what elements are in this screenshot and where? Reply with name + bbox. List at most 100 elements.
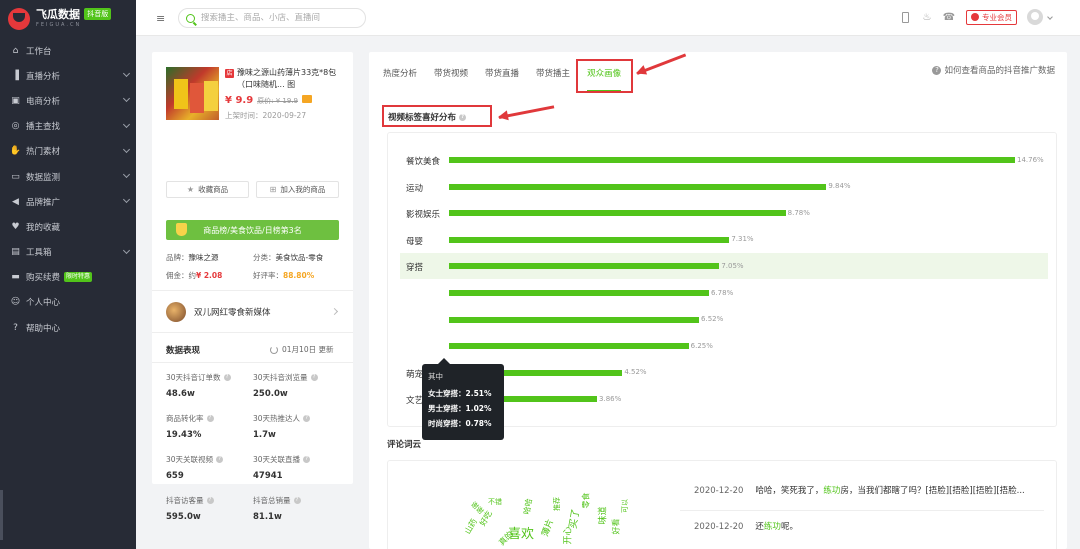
stat-item: 抖音总销量? 81.1w	[253, 495, 337, 522]
shop-row[interactable]: 双儿网红零食新媒体	[166, 301, 339, 323]
logo[interactable]: 飞瓜数据 FEIGUA.CN 抖音版	[8, 7, 112, 31]
chart-value-label: 4.52%	[624, 368, 647, 377]
headset-icon[interactable]: ☎	[940, 8, 958, 26]
wordcloud-word[interactable]: 可以	[620, 499, 630, 513]
info-icon[interactable]: ?	[303, 415, 311, 422]
info-icon[interactable]: ?	[216, 456, 224, 463]
chart-bar[interactable]	[449, 263, 720, 270]
product-price: ¥ 9.9	[225, 95, 254, 106]
sidebar-item[interactable]: ✋ 热门素材	[0, 139, 136, 164]
sidebar-item[interactable]: ◎ 播主查找	[0, 114, 136, 139]
promo-badge: 限时特惠	[64, 272, 93, 283]
wordcloud-word[interactable]: 味道	[596, 506, 609, 524]
sidebar-item[interactable]: ♥ 我的收藏	[0, 214, 136, 239]
logo-domain: FEIGUA.CN	[36, 22, 82, 28]
search-input[interactable]	[201, 13, 361, 23]
chart-value-label: 8.78%	[787, 208, 810, 217]
chart-value-label: 6.78%	[710, 288, 734, 297]
chart-bar[interactable]	[449, 157, 1015, 163]
wordcloud-word[interactable]: 哈哈	[521, 498, 535, 516]
stat-item: 30天关联直播? 47941	[253, 454, 337, 481]
help-link[interactable]: ? 如何查看商品的抖音推广数据	[932, 64, 1055, 76]
chart-value-label: 6.25%	[690, 341, 713, 350]
sidebar-nav: ⌂ 工作台 ▐ 直播分析 ▣ 电商分析 ◎ 播主查找 ✋ 热门素材 ▭ 数据监测 ◀ 品牌推广 ♥ 我的收藏 ▤…	[0, 38, 136, 340]
main-panel: 热度分析 带货视频 带货直播 带货播主 观众画像 ? 如何查看商品的抖音推广数据 视频标…	[369, 52, 1067, 549]
chevron-down-icon[interactable]	[1047, 14, 1053, 20]
tab-2[interactable]: 带货直播	[485, 63, 519, 93]
info-icon[interactable]: ?	[223, 374, 231, 381]
edition-badge[interactable]: 抖音版	[84, 8, 112, 20]
chart-bar[interactable]	[449, 316, 700, 323]
mobile-icon[interactable]	[896, 8, 914, 26]
wordcloud-word[interactable]: 推荐	[552, 497, 562, 511]
stat-label: 抖音访客量	[166, 496, 204, 505]
chart-category-label: 影视娱乐	[406, 210, 441, 221]
search-box[interactable]	[178, 8, 366, 28]
section-title: 视频标签喜好分布 ?	[388, 111, 467, 123]
card-icon: ▬	[11, 272, 20, 283]
tooltip-row: 男士穿搭：1.02%	[428, 404, 492, 413]
tooltip-title: 其中	[428, 372, 443, 381]
sidebar-item[interactable]: ? 帮助中心	[0, 315, 136, 340]
chevron-down-icon	[122, 170, 131, 178]
chevron-down-icon	[122, 70, 131, 78]
add-my-product-button[interactable]: ⊞ 加入我的商品	[256, 181, 339, 198]
chart-value-label: 3.86%	[599, 394, 622, 403]
sidebar-item[interactable]: ▬ 购买续费 限时特惠	[0, 265, 136, 290]
chart-bar[interactable]	[449, 343, 689, 350]
user-icon: ☺	[10, 297, 21, 308]
product-thumbnail[interactable]	[166, 67, 219, 120]
bag-icon: ▣	[11, 95, 20, 106]
chart-bar[interactable]	[449, 290, 709, 296]
wordcloud-word[interactable]: 零食	[581, 493, 592, 509]
rank-banner[interactable]: 商品榜/美食饮品/日榜第3名	[166, 220, 339, 240]
avatar[interactable]	[1027, 9, 1043, 25]
sidebar-item[interactable]: ▣ 电商分析	[0, 88, 136, 113]
product-title[interactable]: 豫味之源山药薄片33克*8包（口味随机... 图	[237, 67, 345, 91]
wordcloud-word[interactable]: 薄片	[538, 517, 557, 538]
chevron-down-icon	[122, 120, 131, 128]
info-icon[interactable]: ?	[293, 497, 301, 504]
chart-category-label: 穿搭	[406, 263, 424, 274]
info-icon[interactable]: ?	[310, 374, 318, 381]
sidebar-item-label: 品牌推广	[26, 197, 61, 208]
sidebar-item[interactable]: ▤ 工具箱	[0, 240, 136, 265]
chart-value-label: 6.52%	[701, 315, 724, 324]
sidebar-item[interactable]: ⌂ 工作台	[0, 38, 136, 63]
pro-member-button[interactable]: 专业会员	[966, 9, 1017, 25]
annotation-arrow-tab	[636, 53, 686, 75]
wordcloud-word[interactable]: 山药	[462, 517, 480, 536]
wordcloud-word[interactable]: 不错	[488, 497, 502, 507]
favorite-product-button[interactable]: ★ 收藏商品	[166, 181, 249, 198]
wordcloud: 喜欢 哈哈 好吃 推荐 买了 零食 味道 不错 山药 薄片 好看 真的 开心 可以 谢谢	[458, 491, 630, 549]
chart-bar[interactable]	[449, 183, 827, 190]
info-icon[interactable]: ?	[206, 497, 214, 504]
wordcloud-word[interactable]: 好看	[611, 519, 622, 535]
tab-3[interactable]: 带货播主	[536, 63, 570, 93]
rating-info: 好评率：88.80%	[253, 271, 315, 280]
listing-time: 上架时间：2020-09-27	[225, 111, 307, 120]
chart-category-label: 餐饮美食	[406, 157, 441, 167]
wordcloud-word[interactable]: 开心	[561, 526, 574, 544]
sidebar-item[interactable]: ☺ 个人中心	[0, 290, 136, 315]
stat-label: 30天抖音浏览量	[253, 373, 308, 382]
sidebar-item[interactable]: ▐ 直播分析	[0, 63, 136, 88]
chart-bar[interactable]	[449, 236, 730, 243]
tab-0[interactable]: 热度分析	[383, 63, 417, 93]
chart-tooltip: 其中 女士穿搭：2.51% 男士穿搭：1.02% 时尚穿搭：0.78%	[422, 358, 504, 440]
chart-bar[interactable]	[449, 210, 786, 217]
sidebar-item[interactable]: ◀ 品牌推广	[0, 189, 136, 214]
sidebar-item[interactable]: ▭ 数据监测	[0, 164, 136, 189]
bell-icon[interactable]: ♨	[918, 8, 936, 26]
sidebar: 飞瓜数据 FEIGUA.CN 抖音版 ⌂ 工作台 ▐ 直播分析 ▣ 电商分析 ◎ 播主查找 ✋ 热…	[0, 0, 136, 549]
menu-toggle-icon[interactable]: ≡	[156, 12, 165, 25]
tab-1[interactable]: 带货视频	[434, 63, 468, 93]
chevron-down-icon	[122, 145, 131, 153]
stat-value: 595.0w	[166, 512, 201, 522]
info-icon[interactable]: ?	[303, 456, 311, 463]
tooltip-row: 时尚穿搭：0.78%	[428, 419, 492, 428]
info-icon[interactable]: ?	[206, 415, 214, 422]
stat-label: 商品转化率	[166, 414, 204, 423]
sidebar-item-label: 数据监测	[26, 172, 61, 183]
chevron-down-icon	[122, 196, 131, 204]
